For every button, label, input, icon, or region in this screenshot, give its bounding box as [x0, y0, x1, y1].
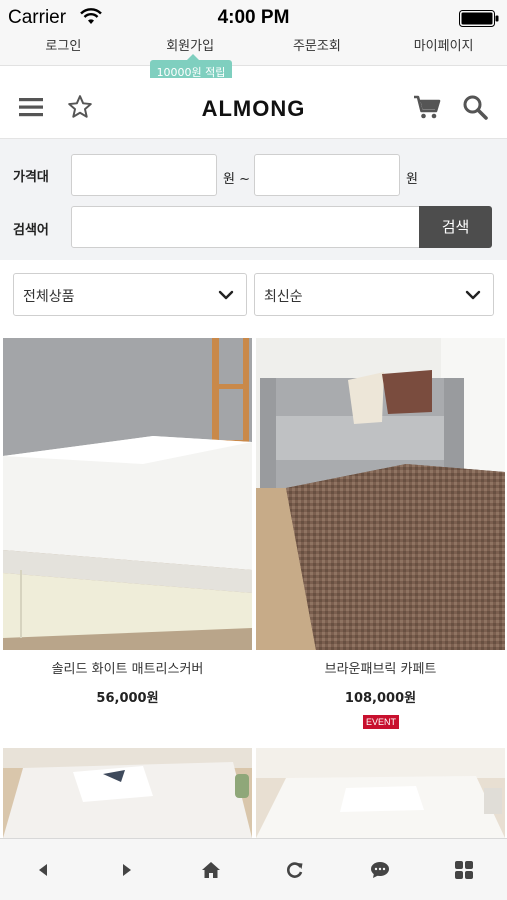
- product-image-mattress-cover[interactable]: [3, 338, 252, 650]
- product-image-partial[interactable]: [256, 748, 505, 838]
- nav-login[interactable]: 로그인: [0, 36, 127, 65]
- product-image-partial[interactable]: [3, 748, 252, 838]
- nav-order-lookup[interactable]: 주문조회: [254, 36, 381, 65]
- product-price: 108,000원: [344, 691, 417, 706]
- back-icon[interactable]: [32, 859, 54, 881]
- product-name[interactable]: 브라운패브릭 카페트: [256, 658, 505, 677]
- bottom-toolbar: [0, 838, 507, 900]
- forward-icon[interactable]: [116, 859, 138, 881]
- sort-select[interactable]: 최신순: [254, 273, 494, 316]
- search-icon[interactable]: [460, 92, 490, 122]
- home-icon[interactable]: [200, 859, 222, 881]
- header: ALMONG: [0, 78, 507, 138]
- event-badge: EVENT: [363, 715, 399, 729]
- grid-icon[interactable]: [453, 859, 475, 881]
- search-button[interactable]: 검색: [419, 206, 492, 248]
- product-card[interactable]: 브라운패브릭 카페트 108,000원 EVENT: [256, 338, 505, 738]
- price-max-input[interactable]: [254, 154, 400, 196]
- category-select[interactable]: 전체상품: [13, 273, 247, 316]
- product-price: 56,000원: [96, 691, 159, 706]
- price-min-unit: 원 ~: [223, 172, 250, 187]
- keyword-input[interactable]: [71, 206, 420, 248]
- chevron-down-icon: [465, 290, 481, 300]
- keyword-label: 검색어: [13, 223, 49, 238]
- price-max-unit: 원: [406, 172, 418, 187]
- clock: 4:00 PM: [217, 7, 290, 28]
- nav-mypage[interactable]: 마이페이지: [380, 36, 507, 65]
- top-nav: 로그인 회원가입 주문조회 마이페이지: [0, 36, 507, 66]
- battery-icon: [459, 10, 499, 27]
- price-min-input[interactable]: [71, 154, 217, 196]
- refresh-icon[interactable]: [284, 859, 306, 881]
- product-name[interactable]: 솔리드 화이트 매트리스커버: [3, 658, 252, 677]
- chat-icon[interactable]: [369, 859, 391, 881]
- price-range-label: 가격대: [13, 170, 49, 185]
- chevron-down-icon: [218, 290, 234, 300]
- status-bar: Carrier 4:00 PM: [0, 0, 507, 36]
- product-card[interactable]: 솔리드 화이트 매트리스커버 56,000원: [3, 338, 252, 738]
- search-panel: 가격대 원 ~ 원 검색어 검색: [0, 138, 507, 260]
- sort-select-value: 최신순: [264, 289, 303, 305]
- product-image-brown-carpet[interactable]: [256, 338, 505, 650]
- cart-icon[interactable]: [412, 92, 442, 122]
- category-select-value: 전체상품: [23, 289, 75, 305]
